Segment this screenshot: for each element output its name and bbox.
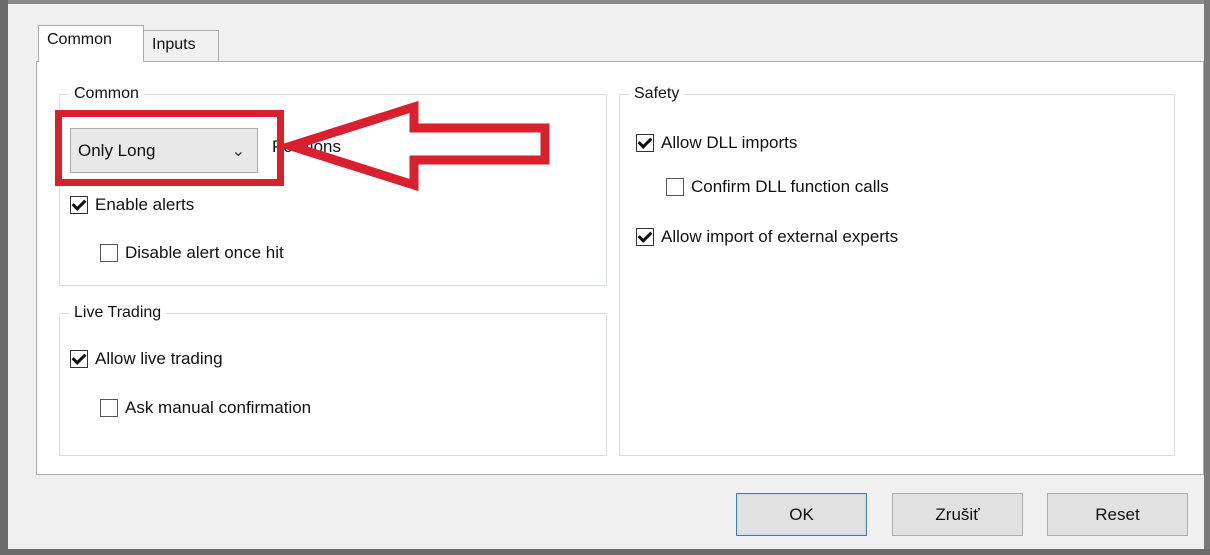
allow-dll-imports-checkbox[interactable]: Allow DLL imports (636, 133, 797, 153)
checkbox-checked-icon (70, 350, 88, 368)
allow-import-external-experts-checkbox[interactable]: Allow import of external experts (636, 227, 898, 247)
allow-dll-imports-label: Allow DLL imports (661, 133, 798, 152)
ask-manual-confirmation-checkbox[interactable]: Ask manual confirmation (100, 398, 311, 418)
checkbox-unchecked-icon (666, 178, 684, 196)
window-frame-right (1204, 0, 1210, 555)
allow-live-trading-checkbox[interactable]: Allow live trading (70, 349, 223, 369)
ask-manual-confirmation-label: Ask manual confirmation (125, 398, 312, 417)
allow-import-external-experts-label: Allow import of external experts (661, 227, 899, 246)
checkbox-unchecked-icon (100, 399, 118, 417)
live-trading-groupbox: Live Trading (59, 301, 607, 456)
checkbox-checked-icon (636, 134, 654, 152)
ok-button[interactable]: OK (736, 493, 867, 536)
cancel-button-label: Zrušiť (935, 504, 980, 524)
window-frame-bottom (0, 549, 1210, 555)
confirm-dll-function-calls-checkbox[interactable]: Confirm DLL function calls (666, 177, 889, 197)
checkbox-checked-icon (636, 228, 654, 246)
confirm-dll-function-calls-label: Confirm DLL function calls (691, 177, 889, 196)
disable-alert-once-hit-checkbox[interactable]: Disable alert once hit (100, 243, 284, 263)
safety-group-title: Safety (629, 82, 685, 106)
live-trading-group-title: Live Trading (69, 301, 167, 325)
reset-button[interactable]: Reset (1047, 493, 1188, 536)
annotation-arrow-icon (276, 100, 550, 192)
reset-button-label: Reset (1095, 504, 1140, 524)
disable-alert-once-hit-label: Disable alert once hit (125, 243, 284, 262)
checkbox-unchecked-icon (100, 244, 118, 262)
ok-button-label: OK (789, 504, 814, 524)
cancel-button[interactable]: Zrušiť (892, 493, 1023, 536)
allow-live-trading-label: Allow live trading (95, 349, 223, 368)
